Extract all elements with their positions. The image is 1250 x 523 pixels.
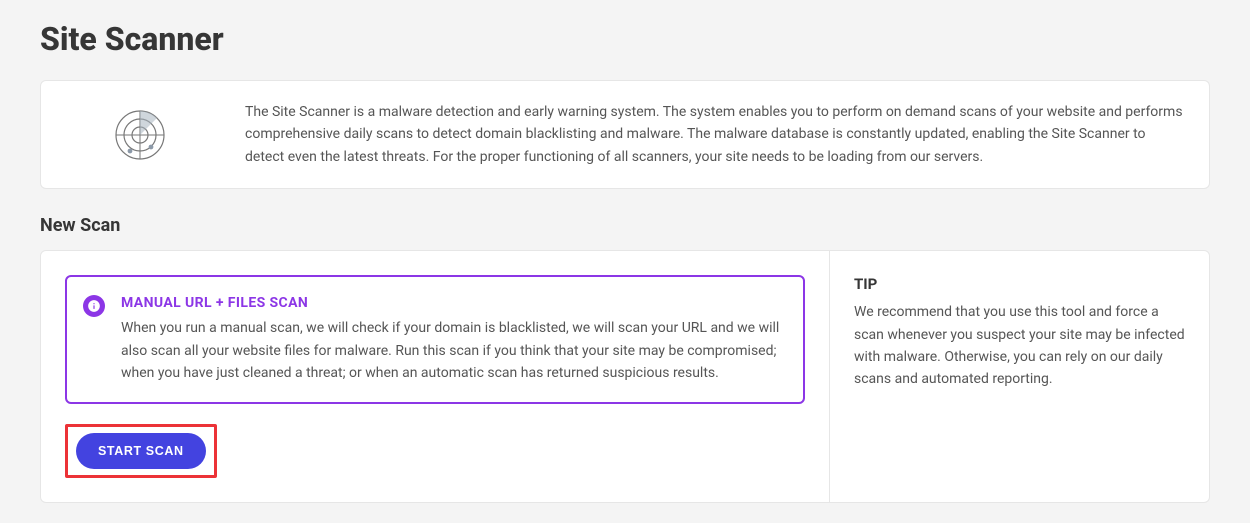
start-scan-highlight: START SCAN: [65, 424, 217, 478]
intro-card: The Site Scanner is a malware detection …: [40, 80, 1210, 189]
start-scan-button[interactable]: START SCAN: [76, 433, 206, 469]
new-scan-card: MANUAL URL + FILES SCAN When you run a m…: [40, 250, 1210, 503]
tip-heading: TIP: [854, 275, 1185, 293]
manual-scan-info-box: MANUAL URL + FILES SCAN When you run a m…: [65, 275, 805, 404]
info-box-body: When you run a manual scan, we will chec…: [121, 317, 785, 384]
info-box-heading: MANUAL URL + FILES SCAN: [121, 295, 785, 311]
info-icon: [83, 295, 105, 317]
radar-icon: [65, 107, 215, 163]
new-scan-left-column: MANUAL URL + FILES SCAN When you run a m…: [41, 251, 829, 502]
section-title-new-scan: New Scan: [40, 215, 1210, 236]
intro-description: The Site Scanner is a malware detection …: [245, 101, 1185, 168]
page-title: Site Scanner: [40, 20, 1210, 58]
tip-body: We recommend that you use this tool and …: [854, 301, 1185, 391]
tip-panel: TIP We recommend that you use this tool …: [829, 251, 1209, 502]
